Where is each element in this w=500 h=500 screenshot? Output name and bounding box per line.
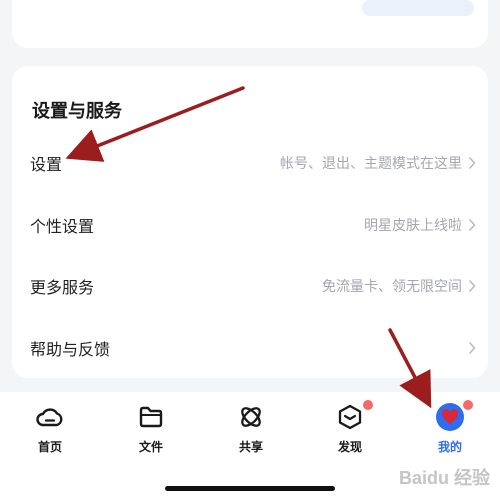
row-more-services[interactable]: 更多服务 免流量卡、领无限空间 (12, 256, 488, 316)
notification-badge (363, 400, 373, 410)
tab-discover[interactable]: 发现 (320, 400, 380, 458)
tab-label: 文件 (138, 440, 163, 454)
chevron-right-icon (468, 157, 476, 169)
row-label: 设置 (30, 155, 63, 174)
row-hint: 免流量卡、领无限空间 (322, 279, 462, 295)
avatar-icon-wrapper (435, 400, 473, 432)
row-help-feedback[interactable]: 帮助与反馈 (12, 318, 488, 378)
row-settings[interactable]: 设置 帐号、退出、主题模式在这里 (12, 133, 488, 193)
discover-box-icon (335, 400, 373, 432)
cloud-icon (35, 402, 65, 432)
row-label: 个性设置 (30, 217, 95, 236)
home-indicator (165, 486, 335, 491)
row-label: 更多服务 (30, 278, 95, 297)
settings-services-card: 设置与服务 设置 帐号、退出、主题模式在这里 个性设置 明星皮肤上线啦 更多服务… (12, 66, 488, 378)
row-personalization[interactable]: 个性设置 明星皮肤上线啦 (12, 195, 488, 255)
chevron-right-icon (468, 280, 476, 292)
tab-label: 发现 (337, 440, 362, 454)
avatar-icon (436, 403, 464, 431)
tab-files[interactable]: 文件 (121, 402, 181, 458)
tab-home[interactable]: 首页 (20, 402, 80, 458)
tab-share[interactable]: 共享 (221, 402, 281, 458)
tab-label: 我的 (437, 440, 462, 454)
top-card-pill[interactable] (362, 0, 474, 16)
tab-me[interactable]: 我的 (420, 400, 480, 458)
row-hint: 帐号、退出、主题模式在这里 (280, 156, 462, 172)
share-orbit-icon (236, 402, 266, 432)
tab-label: 共享 (238, 440, 263, 454)
row-hint: 明星皮肤上线啦 (364, 218, 462, 234)
notification-badge (463, 400, 473, 410)
folder-icon (136, 402, 166, 432)
chevron-right-icon (468, 219, 476, 231)
watermark: Baidu 经验 (398, 468, 490, 488)
tab-label: 首页 (37, 440, 62, 454)
row-label: 帮助与反馈 (30, 340, 111, 359)
top-card (12, 0, 488, 48)
section-title: 设置与服务 (32, 101, 122, 122)
chevron-right-icon (468, 342, 476, 354)
